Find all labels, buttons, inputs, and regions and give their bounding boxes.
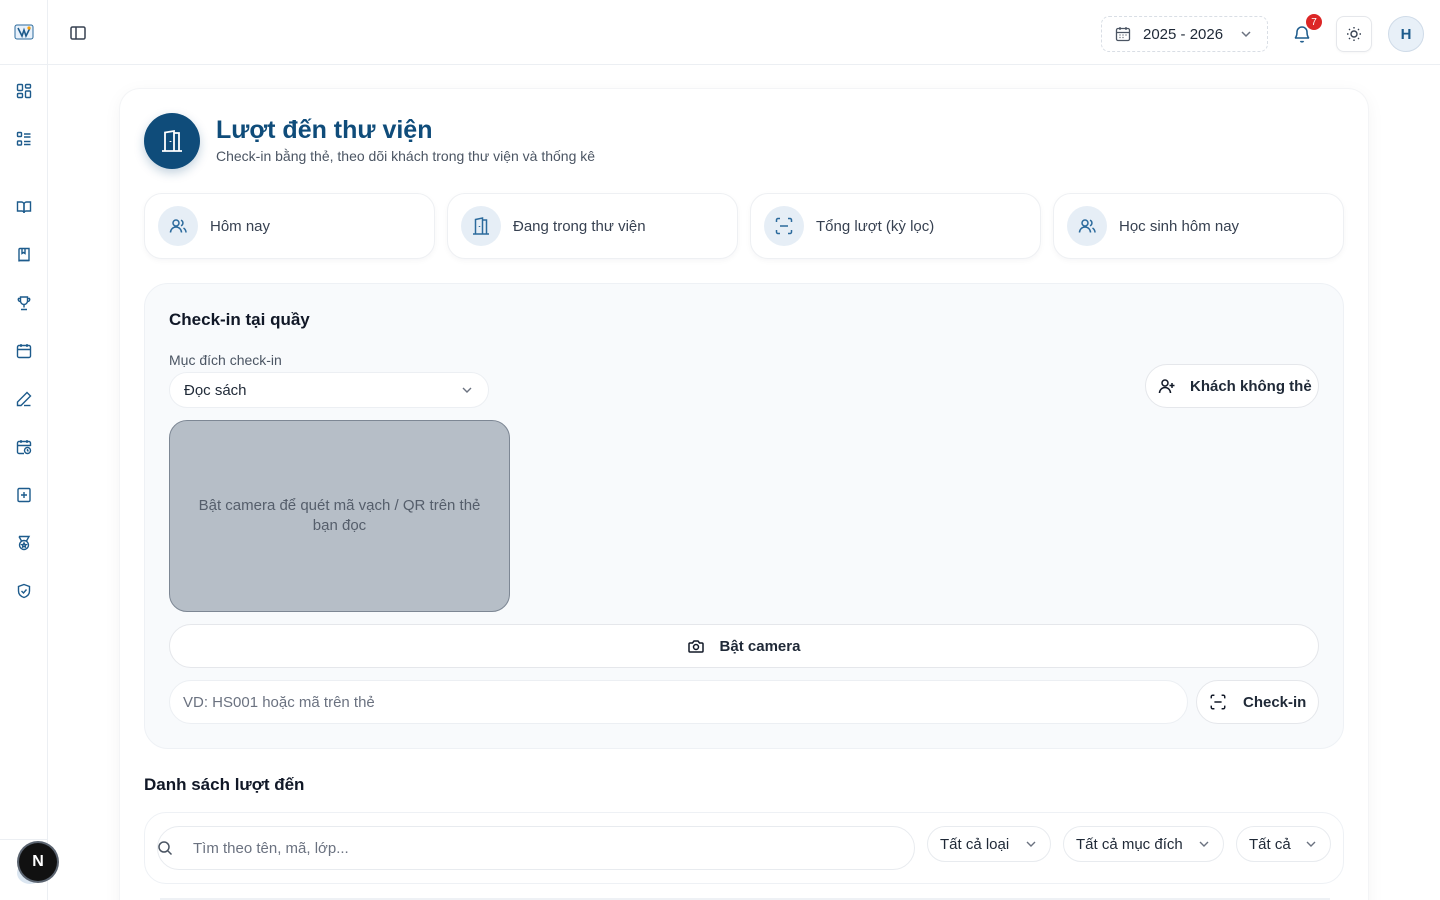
sidebar-item-awards[interactable] [12,291,36,315]
sidebar-item-add-book[interactable] [12,483,36,507]
users-icon [158,206,198,246]
filter-status-value: Tất cả [1249,835,1291,853]
page-subtitle: Check-in bằng thẻ, theo dõi khách trong … [216,148,596,164]
notification-count-badge: 7 [1306,14,1322,30]
scan-icon [764,206,804,246]
sidebar-item-security[interactable] [12,579,36,603]
list-icon [16,131,32,147]
stat-label: Học sinh hôm nay [1119,217,1240,235]
filter-purpose-select[interactable]: Tất cả mục đích [1063,826,1224,862]
medal-icon [16,535,32,551]
library-door-icon [144,113,200,169]
camera-button-label: Bật camera [719,637,801,655]
book-open-icon [16,199,32,215]
chevron-down-icon [1024,837,1038,851]
filter-type-value: Tất cả loại [940,835,1010,853]
stat-label: Tổng lượt (kỳ lọc) [816,217,935,235]
sidebar-item-books[interactable] [12,243,36,267]
scan-icon [1209,693,1227,711]
sidebar-item-reading[interactable] [12,195,36,219]
sidebar-divider [0,839,48,840]
calendar-icon [16,343,32,359]
dashboard-icon [16,83,32,99]
panel-left-icon [68,23,88,43]
stat-card-students-today: Học sinh hôm nay [1053,193,1344,259]
sidebar: N [0,0,57,900]
stat-card-today: Hôm nay [144,193,435,259]
sidebar-toggle-button[interactable] [68,23,88,43]
card-code-input[interactable] [169,680,1188,724]
filter-status-select[interactable]: Tất cả [1236,826,1331,862]
chevron-down-icon [1197,837,1211,851]
door-icon [461,206,501,246]
stat-label: Đang trong thư viện [513,217,646,235]
camera-preview: Bật camera để quét mã vạch / QR trên thẻ… [169,420,510,612]
camera-hint: Bật camera để quét mã vạch / QR trên thẻ… [198,497,481,534]
purpose-label: Mục đích check-in [169,352,282,368]
enable-camera-button[interactable]: Bật camera [169,624,1319,668]
sidebar-item-calendar[interactable] [12,339,36,363]
checkin-button[interactable]: Check-in [1196,680,1319,724]
chevron-down-icon [460,383,474,397]
guest-without-card-button[interactable]: Khách không thẻ [1145,364,1319,408]
guest-button-label: Khách không thẻ [1190,377,1312,395]
pen-icon [16,391,32,407]
calendar-icon [1115,26,1131,42]
sidebar-item-dashboard[interactable] [12,79,36,103]
camera-icon [687,638,704,654]
user-plus-icon [1158,377,1176,395]
chevron-down-icon [1239,27,1253,41]
stat-card-in-library: Đang trong thư viện [447,193,738,259]
school-year-value: 2025 - 2026 [1143,25,1224,43]
stat-card-total-visits: Tổng lượt (kỳ lọc) [750,193,1041,259]
sun-icon [1346,26,1362,42]
users-icon [1067,206,1107,246]
school-year-select[interactable]: 2025 - 2026 [1101,16,1268,52]
sidebar-item-schedule[interactable] [12,435,36,459]
calendar-clock-icon [16,439,32,455]
sidebar-item-write[interactable] [12,387,36,411]
search-icon [157,840,173,856]
search-input[interactable] [193,839,873,857]
search-field[interactable] [157,826,915,870]
filter-purpose-value: Tất cả mục đích [1076,835,1183,853]
visit-list-title: Danh sách lượt đến [144,775,305,794]
trophy-icon [16,295,32,311]
app-logo[interactable] [14,22,34,42]
nextjs-badge[interactable]: N [19,843,57,881]
topbar: 2025 - 2026 7 H [48,0,1440,65]
sidebar-divider [0,64,48,65]
page-title: Lượt đến thư viện [216,116,433,144]
purpose-select[interactable]: Đọc sách [169,372,489,408]
sidebar-item-medals[interactable] [12,531,36,555]
chevron-down-icon [1304,837,1318,851]
purpose-value: Đọc sách [184,381,247,399]
checkin-button-label: Check-in [1243,693,1307,711]
checkin-title: Check-in tại quầy [169,310,310,329]
book-icon [16,247,32,263]
user-avatar[interactable]: H [1388,16,1424,52]
book-plus-icon [16,487,32,503]
shield-check-icon [16,583,32,599]
filter-type-select[interactable]: Tất cả loại [927,826,1051,862]
sidebar-item-list[interactable] [12,127,36,151]
theme-toggle-button[interactable] [1336,16,1372,52]
stat-label: Hôm nay [210,217,271,235]
